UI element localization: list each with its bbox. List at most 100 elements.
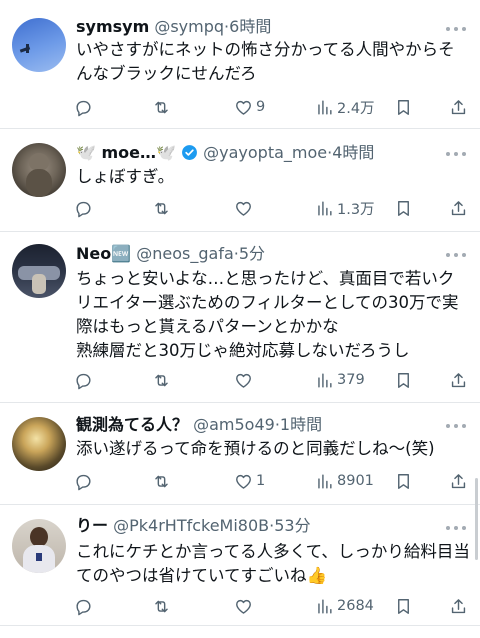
share-button[interactable]	[449, 369, 468, 391]
retweet-button[interactable]	[152, 470, 174, 492]
tweet-actions: 2684	[72, 595, 470, 617]
tweet-1[interactable]: symsym @sympq·6時間 いやさすがにネットの怖さ分かってる人間やから…	[0, 0, 480, 129]
display-name[interactable]: Neo🆕	[76, 244, 131, 263]
share-button[interactable]	[449, 595, 468, 617]
display-name[interactable]: 🕊️ moe…🕊️	[76, 143, 176, 162]
reply-button[interactable]	[74, 369, 96, 391]
heart-icon	[234, 472, 253, 491]
tweet-header: 🕊️ moe…🕊️ @yayopta_moe·4時間	[76, 142, 440, 164]
tweet-actions: 1.3万	[72, 197, 470, 219]
more-dots-icon[interactable]	[446, 423, 466, 429]
share-icon	[449, 597, 468, 616]
timestamp[interactable]: 6時間	[229, 17, 271, 36]
reply-button[interactable]	[74, 197, 96, 219]
bookmark-icon	[394, 597, 413, 616]
views-bar-chart-icon	[315, 597, 334, 616]
retweet-button[interactable]	[152, 197, 174, 219]
user-handle[interactable]: @yayopta_moe	[203, 143, 327, 162]
avatar[interactable]	[12, 18, 66, 72]
tweet-4[interactable]: 観測為てる人？ @am5o49·1時間 添い遂げるって命を預けるのと同義だしね〜…	[0, 403, 480, 505]
reply-icon	[74, 472, 93, 491]
more-dots-icon[interactable]	[446, 26, 466, 32]
user-handle[interactable]: @Pk4rHTfckeMi80B	[113, 516, 269, 535]
views-button[interactable]: 1.3万	[315, 197, 375, 219]
views-count: 2.4万	[337, 100, 375, 117]
avatar[interactable]	[12, 244, 66, 298]
views-button[interactable]: 379	[315, 369, 365, 391]
views-button[interactable]: 8901	[315, 470, 374, 492]
display-name[interactable]: symsym	[76, 17, 149, 36]
like-button[interactable]	[234, 595, 256, 617]
more-dots-icon[interactable]	[446, 151, 466, 157]
display-name[interactable]: 観測為てる人？	[76, 415, 188, 434]
tweet-2[interactable]: 🕊️ moe…🕊️ @yayopta_moe·4時間 しょぼすぎ。 1.3万	[0, 129, 480, 232]
heart-icon	[234, 98, 253, 117]
like-count: 9	[256, 99, 266, 115]
views-bar-chart-icon	[315, 199, 334, 218]
retweet-icon	[152, 199, 171, 218]
bookmark-button[interactable]	[394, 595, 413, 617]
bookmark-icon	[394, 472, 413, 491]
bookmark-button[interactable]	[394, 470, 413, 492]
scrollbar[interactable]	[475, 478, 478, 560]
timestamp[interactable]: 53分	[274, 516, 310, 535]
like-button[interactable]	[234, 369, 256, 391]
share-icon	[449, 371, 468, 390]
user-handle[interactable]: @sympq	[154, 17, 224, 36]
share-icon	[449, 98, 468, 117]
timestamp[interactable]: 1時間	[280, 415, 322, 434]
retweet-button[interactable]	[152, 96, 174, 118]
like-button[interactable]: 9	[234, 96, 265, 118]
heart-icon	[234, 371, 253, 390]
tweet-3[interactable]: Neo🆕 @neos_gafa·5分 ちょっと安いよな…と思ったけど、真面目で若…	[0, 232, 480, 403]
tweet-text: これにケチとか言ってる人多くて、しっかり給料目当てのやつは省けていてすごいね👍	[76, 542, 470, 585]
timestamp[interactable]: 5分	[239, 244, 265, 263]
share-icon	[449, 472, 468, 491]
tweet-text: いやさすがにネットの怖さ分かってる人間やからそんなブラックにせんだろ	[76, 40, 455, 83]
views-count: 379	[337, 372, 365, 388]
bookmark-button[interactable]	[394, 369, 413, 391]
retweet-button[interactable]	[152, 595, 174, 617]
tweet-text: しょぼすぎ。	[76, 167, 175, 186]
views-bar-chart-icon	[315, 98, 334, 117]
retweet-button[interactable]	[152, 369, 174, 391]
like-button[interactable]: 1	[234, 470, 265, 492]
tweet-actions: 9 2.4万	[72, 96, 470, 118]
tweet-header: 観測為てる人？ @am5o49·1時間	[76, 414, 440, 436]
like-button[interactable]	[234, 197, 256, 219]
views-count: 1.3万	[337, 201, 375, 218]
avatar[interactable]	[12, 519, 66, 573]
timestamp[interactable]: 4時間	[332, 143, 374, 162]
reply-button[interactable]	[74, 595, 96, 617]
heart-icon	[234, 199, 253, 218]
retweet-icon	[152, 371, 171, 390]
bookmark-icon	[394, 98, 413, 117]
like-count: 1	[256, 473, 266, 489]
bookmark-icon	[394, 371, 413, 390]
more-dots-icon[interactable]	[446, 525, 466, 531]
verified-badge-icon	[182, 145, 197, 160]
bookmark-button[interactable]	[394, 197, 413, 219]
views-button[interactable]: 2.4万	[315, 96, 375, 118]
tweet-text: 添い遂げるって命を預けるのと同義だしね〜(笑)	[76, 439, 435, 458]
views-bar-chart-icon	[315, 472, 334, 491]
reply-icon	[74, 371, 93, 390]
more-dots-icon[interactable]	[446, 252, 466, 258]
tweet-5[interactable]: りー @Pk4rHTfckeMi80B·53分 これにケチとか言ってる人多くて、…	[0, 505, 480, 626]
tweet-header: symsym @sympq·6時間	[76, 16, 440, 38]
heart-icon	[234, 597, 253, 616]
user-handle[interactable]: @am5o49	[193, 415, 275, 434]
tweet-actions: 379	[72, 369, 470, 391]
user-handle[interactable]: @neos_gafa	[136, 244, 234, 263]
reply-button[interactable]	[74, 96, 96, 118]
share-button[interactable]	[449, 197, 468, 219]
avatar[interactable]	[12, 143, 66, 197]
share-button[interactable]	[449, 470, 468, 492]
bookmark-button[interactable]	[394, 96, 413, 118]
display-name[interactable]: りー	[76, 516, 108, 535]
views-button[interactable]: 2684	[315, 595, 374, 617]
share-button[interactable]	[449, 96, 468, 118]
reply-button[interactable]	[74, 470, 96, 492]
tweet-header: Neo🆕 @neos_gafa·5分	[76, 243, 440, 265]
avatar[interactable]	[12, 417, 66, 471]
